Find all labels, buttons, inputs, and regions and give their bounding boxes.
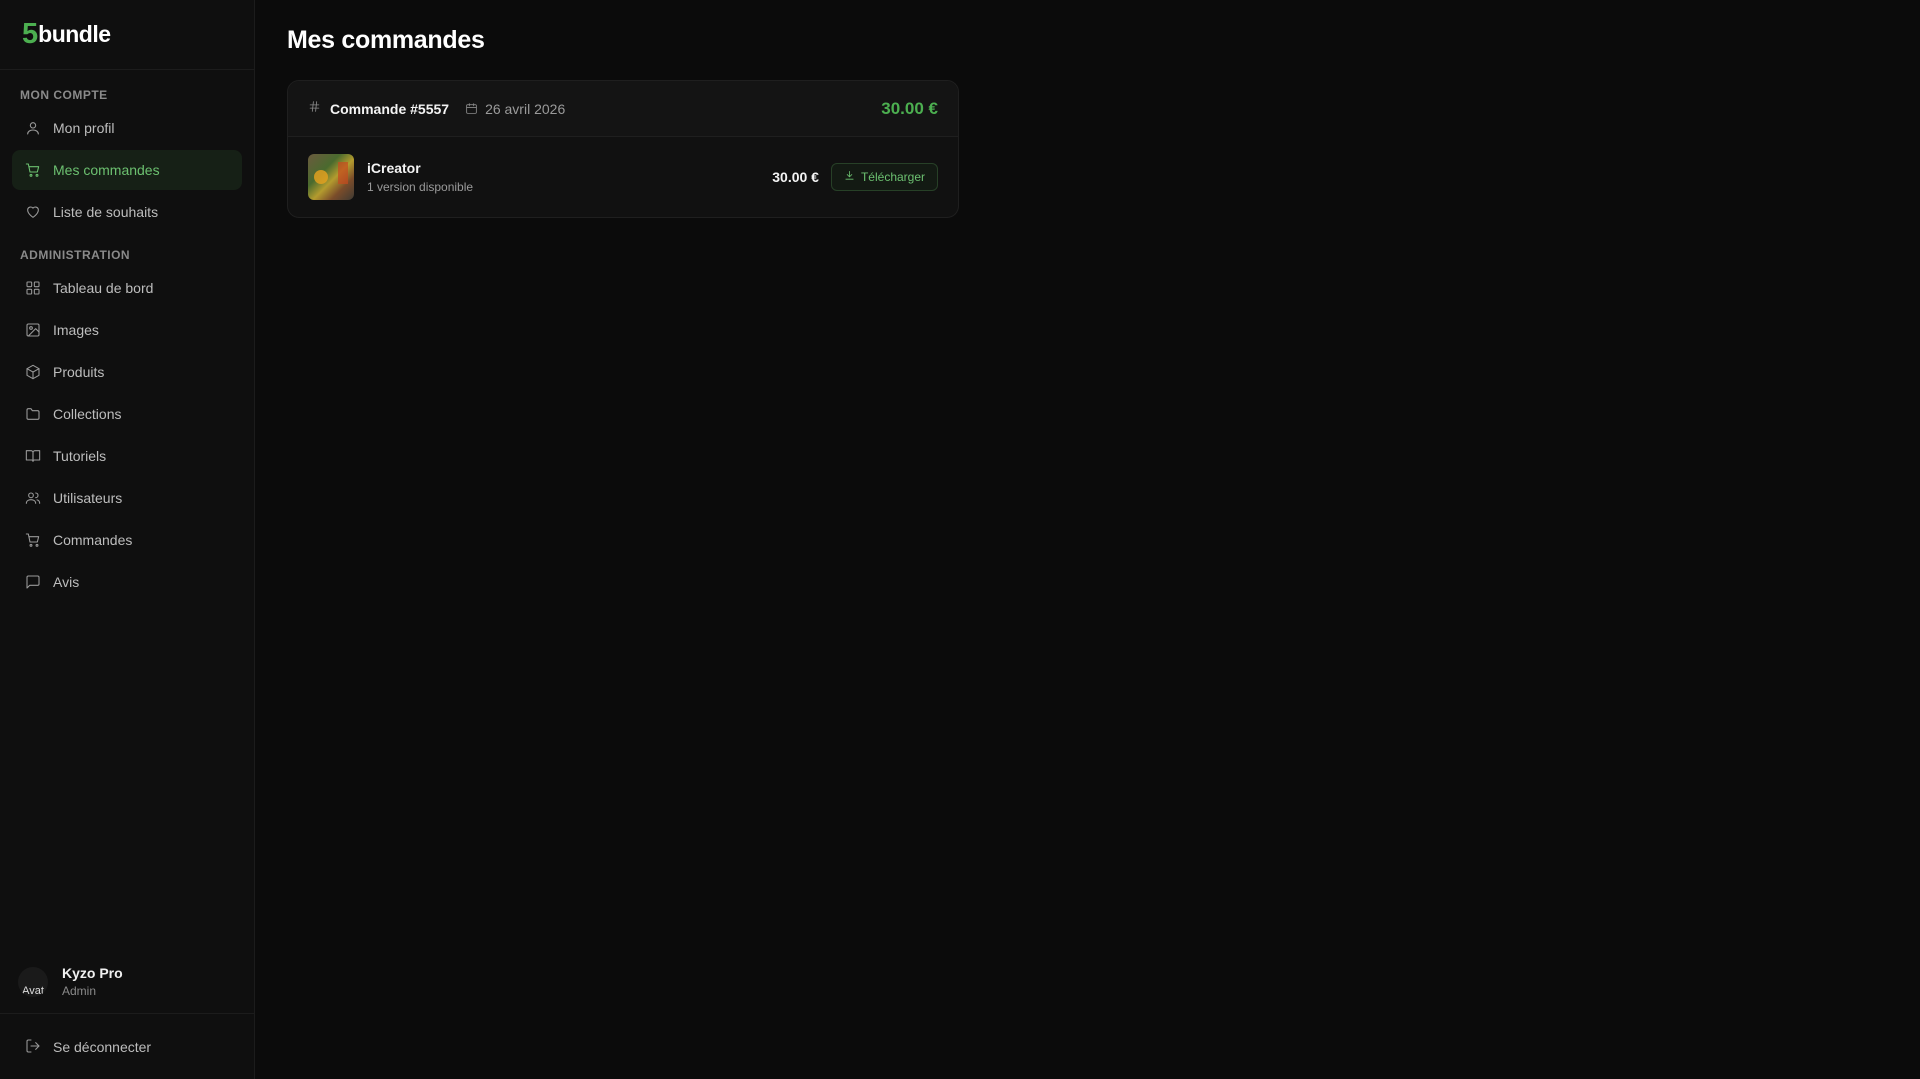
- section-label-administration: ADMINISTRATION: [20, 248, 131, 262]
- download-icon: [844, 170, 855, 184]
- user-profile[interactable]: Avat Kyzo Pro Admin: [0, 950, 254, 1014]
- order-number: Commande #5557: [330, 100, 450, 117]
- sidebar-item-label: Liste de souhaits: [53, 204, 159, 220]
- users-icon: [25, 490, 41, 506]
- book-icon: [25, 448, 41, 464]
- package-icon: [25, 364, 41, 380]
- sidebar-item-label: Tutoriels: [53, 448, 107, 464]
- sidebar-item-commandes[interactable]: Commandes: [12, 520, 242, 560]
- sidebar-item-label: Mes commandes: [53, 162, 160, 178]
- product-info: iCreator 1 version disponible: [367, 160, 473, 194]
- order-total: 30.00 €: [881, 98, 938, 118]
- product-versions: 1 version disponible: [367, 180, 474, 194]
- product-name: iCreator: [367, 160, 421, 176]
- heart-icon: [25, 204, 41, 220]
- order-card: Commande #5557 26 avril 2026 30.00 € iCr…: [287, 80, 959, 218]
- sidebar: 5 bundle MON COMPTE Mon profil Mes comma…: [0, 0, 255, 1079]
- brand-mark: 5: [22, 18, 38, 50]
- calendar-icon: [465, 102, 478, 115]
- message-icon: [25, 574, 41, 590]
- cart-icon: [25, 162, 41, 178]
- download-button[interactable]: Télécharger: [830, 163, 938, 191]
- sidebar-item-images[interactable]: Images: [12, 310, 242, 350]
- sidebar-item-collections[interactable]: Collections: [12, 394, 242, 434]
- sidebar-item-tutoriels[interactable]: Tutoriels: [12, 436, 242, 476]
- logout-button[interactable]: Se déconnecter: [12, 1027, 242, 1067]
- user-role: Admin: [62, 984, 97, 998]
- image-icon: [25, 322, 41, 338]
- order-date: 26 avril 2026: [485, 100, 566, 117]
- product-price: 30.00 €: [772, 169, 819, 185]
- sidebar-item-avis[interactable]: Avis: [12, 562, 242, 602]
- dashboard-icon: [25, 280, 41, 296]
- sidebar-item-mon-profil[interactable]: Mon profil: [12, 108, 242, 148]
- logout-icon: [25, 1038, 41, 1057]
- user-name: Kyzo Pro: [62, 965, 123, 981]
- sidebar-item-label: Tableau de bord: [53, 280, 154, 296]
- sidebar-item-liste-de-souhaits[interactable]: Liste de souhaits: [12, 192, 242, 232]
- sidebar-item-label: Produits: [53, 364, 105, 380]
- sidebar-item-utilisateurs[interactable]: Utilisateurs: [12, 478, 242, 518]
- main-content: Mes commandes Commande #5557 26 avril 20…: [255, 0, 1920, 1079]
- avatar[interactable]: Avat: [18, 966, 48, 997]
- avatar-fallback-text: Avat: [22, 984, 44, 997]
- cart-icon: [25, 532, 41, 548]
- hash-icon: [308, 100, 321, 118]
- brand-logo[interactable]: 5 bundle: [0, 0, 254, 70]
- section-label-mon-compte: MON COMPTE: [20, 88, 108, 102]
- sidebar-item-label: Commandes: [53, 532, 133, 548]
- sidebar-item-mes-commandes[interactable]: Mes commandes: [12, 150, 242, 190]
- sidebar-item-tableau-de-bord[interactable]: Tableau de bord: [12, 268, 242, 308]
- order-header: Commande #5557 26 avril 2026 30.00 €: [288, 81, 958, 137]
- sidebar-item-label: Mon profil: [53, 120, 115, 136]
- sidebar-item-label: Images: [53, 322, 99, 338]
- logout-label: Se déconnecter: [53, 1039, 152, 1055]
- download-label: Télécharger: [860, 170, 925, 184]
- sidebar-item-produits[interactable]: Produits: [12, 352, 242, 392]
- page-title: Mes commandes: [287, 25, 485, 54]
- product-thumbnail: [308, 154, 354, 200]
- folder-icon: [25, 406, 41, 422]
- user-details: Kyzo Pro Admin: [62, 965, 123, 998]
- sidebar-nav: MON COMPTE Mon profil Mes commandes List…: [0, 70, 254, 604]
- app: 5 bundle MON COMPTE Mon profil Mes comma…: [0, 0, 1920, 1079]
- sidebar-item-label: Avis: [53, 574, 80, 590]
- sidebar-item-label: Collections: [53, 406, 122, 422]
- user-icon: [25, 120, 41, 136]
- order-item-row: iCreator 1 version disponible 30.00 € Té…: [288, 137, 958, 217]
- brand-name: bundle: [38, 21, 111, 47]
- sidebar-item-label: Utilisateurs: [53, 490, 123, 506]
